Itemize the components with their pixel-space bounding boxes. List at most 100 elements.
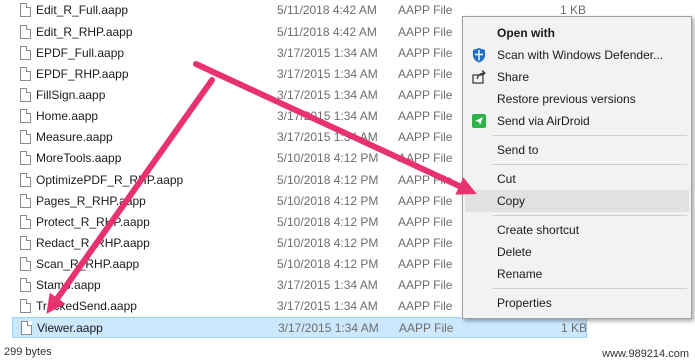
file-name: Measure.aapp [36, 130, 113, 144]
file-name: TrackedSend.aapp [36, 299, 137, 313]
menu-item-create-shortcut[interactable]: Create shortcut [465, 219, 689, 241]
file-name: Scan_R_RHP.aapp [36, 257, 140, 271]
file-name: OptimizePDF_R_RHP.aapp [36, 173, 184, 187]
file-type: AAPP File [398, 109, 453, 123]
file-icon [20, 109, 31, 123]
file-icon [21, 321, 32, 335]
file-name: FillSign.aapp [36, 88, 106, 102]
file-icon [20, 215, 31, 229]
file-date: 5/10/2018 4:12 PM [277, 173, 379, 187]
menu-item-send-airdroid[interactable]: Send via AirDroid [465, 110, 689, 132]
menu-item-label: Rename [497, 267, 543, 281]
menu-item-label: Copy [497, 194, 526, 208]
menu-item-send-to[interactable]: Send to [465, 139, 689, 161]
menu-item-label: Restore previous versions [497, 92, 636, 106]
file-type: AAPP File [398, 215, 453, 229]
file-date: 5/10/2018 4:12 PM [277, 194, 379, 208]
menu-separator [493, 288, 687, 289]
file-date: 5/10/2018 4:12 PM [277, 151, 379, 165]
share-icon [472, 70, 486, 84]
file-type: AAPP File [398, 46, 453, 60]
file-date: 3/17/2015 1:34 AM [278, 321, 379, 335]
file-type: AAPP File [398, 88, 453, 102]
file-icon [20, 236, 31, 250]
menu-item-restore-versions[interactable]: Restore previous versions [465, 88, 689, 110]
file-type: AAPP File [398, 194, 453, 208]
file-date: 3/17/2015 1:34 AM [277, 130, 378, 144]
file-date: 3/17/2015 1:34 AM [277, 299, 378, 313]
file-type: AAPP File [398, 151, 453, 165]
file-date: 5/11/2018 4:42 AM [277, 3, 377, 17]
menu-item-label: Properties [497, 296, 552, 310]
file-type: AAPP File [398, 67, 453, 81]
menu-item-cut[interactable]: Cut [465, 168, 689, 190]
file-type: AAPP File [398, 278, 453, 292]
file-date: 5/11/2018 4:42 AM [277, 25, 377, 39]
file-name: EPDF_Full.aapp [36, 46, 125, 60]
file-date: 5/10/2018 4:12 PM [277, 215, 379, 229]
file-type: AAPP File [398, 130, 453, 144]
menu-separator [493, 164, 687, 165]
context-menu: Open with Scan with Windows Defender... … [462, 16, 692, 319]
menu-item-label: Share [497, 70, 530, 84]
file-type: AAPP File [398, 257, 453, 271]
file-icon [20, 25, 31, 39]
file-name: Stamp.aapp [36, 278, 101, 292]
file-name: MoreTools.aapp [36, 151, 122, 165]
file-icon [20, 46, 31, 60]
file-type: AAPP File [398, 299, 453, 313]
menu-item-label: Send via AirDroid [497, 114, 590, 128]
file-date: 3/17/2015 1:34 AM [277, 88, 378, 102]
file-icon [20, 257, 31, 271]
file-size: 1 KB [561, 321, 588, 335]
menu-item-share[interactable]: Share [465, 66, 689, 88]
menu-item-delete[interactable]: Delete [465, 241, 689, 263]
menu-item-label: Send to [497, 143, 539, 157]
file-type: AAPP File [398, 3, 453, 17]
windows-defender-icon [473, 48, 485, 63]
file-date: 3/17/2015 1:34 AM [277, 109, 378, 123]
airdroid-icon [472, 114, 486, 128]
menu-item-rename[interactable]: Rename [465, 263, 689, 285]
file-name: Edit_R_Full.aapp [36, 3, 129, 17]
menu-item-open-with[interactable]: Open with [465, 22, 689, 44]
menu-item-label: Cut [497, 172, 516, 186]
file-row-selected[interactable]: Viewer.aapp 3/17/2015 1:34 AM AAPP File … [12, 317, 587, 338]
file-icon [20, 151, 31, 165]
file-name: Redact_R_RHP.aapp [36, 236, 150, 250]
file-icon [20, 130, 31, 144]
file-icon [20, 3, 31, 17]
menu-item-label: Delete [497, 245, 532, 259]
status-bar: 299 bytes [4, 346, 52, 358]
file-icon [20, 299, 31, 313]
menu-item-label: Scan with Windows Defender... [497, 48, 664, 62]
file-icon [20, 278, 31, 292]
menu-item-label: Create shortcut [497, 223, 580, 237]
file-icon [20, 67, 31, 81]
file-icon [20, 88, 31, 102]
menu-separator [493, 135, 687, 136]
file-name: Pages_R_RHP.aapp [36, 194, 146, 208]
file-name: Home.aapp [36, 109, 99, 123]
file-icon [20, 173, 31, 187]
watermark: www.989214.com [602, 348, 689, 360]
file-icon [20, 194, 31, 208]
file-name: Protect_R_RHP.aapp [36, 215, 150, 229]
file-type: AAPP File [399, 321, 454, 335]
menu-item-copy[interactable]: Copy [465, 190, 689, 212]
file-name: EPDF_RHP.aapp [36, 67, 129, 81]
file-type: AAPP File [398, 173, 453, 187]
file-name: Edit_R_RHP.aapp [36, 25, 133, 39]
file-date: 5/10/2018 4:12 PM [277, 257, 379, 271]
menu-item-label: Open with [497, 26, 555, 40]
menu-item-scan-defender[interactable]: Scan with Windows Defender... [465, 44, 689, 66]
file-date: 3/17/2015 1:34 AM [277, 46, 378, 60]
file-date: 3/17/2015 1:34 AM [277, 278, 378, 292]
file-type: AAPP File [398, 236, 453, 250]
menu-item-properties[interactable]: Properties [465, 292, 689, 314]
file-date: 5/10/2018 4:12 PM [277, 236, 379, 250]
menu-separator [493, 215, 687, 216]
file-date: 3/17/2015 1:34 AM [277, 67, 378, 81]
file-type: AAPP File [398, 25, 453, 39]
file-name: Viewer.aapp [37, 321, 103, 335]
